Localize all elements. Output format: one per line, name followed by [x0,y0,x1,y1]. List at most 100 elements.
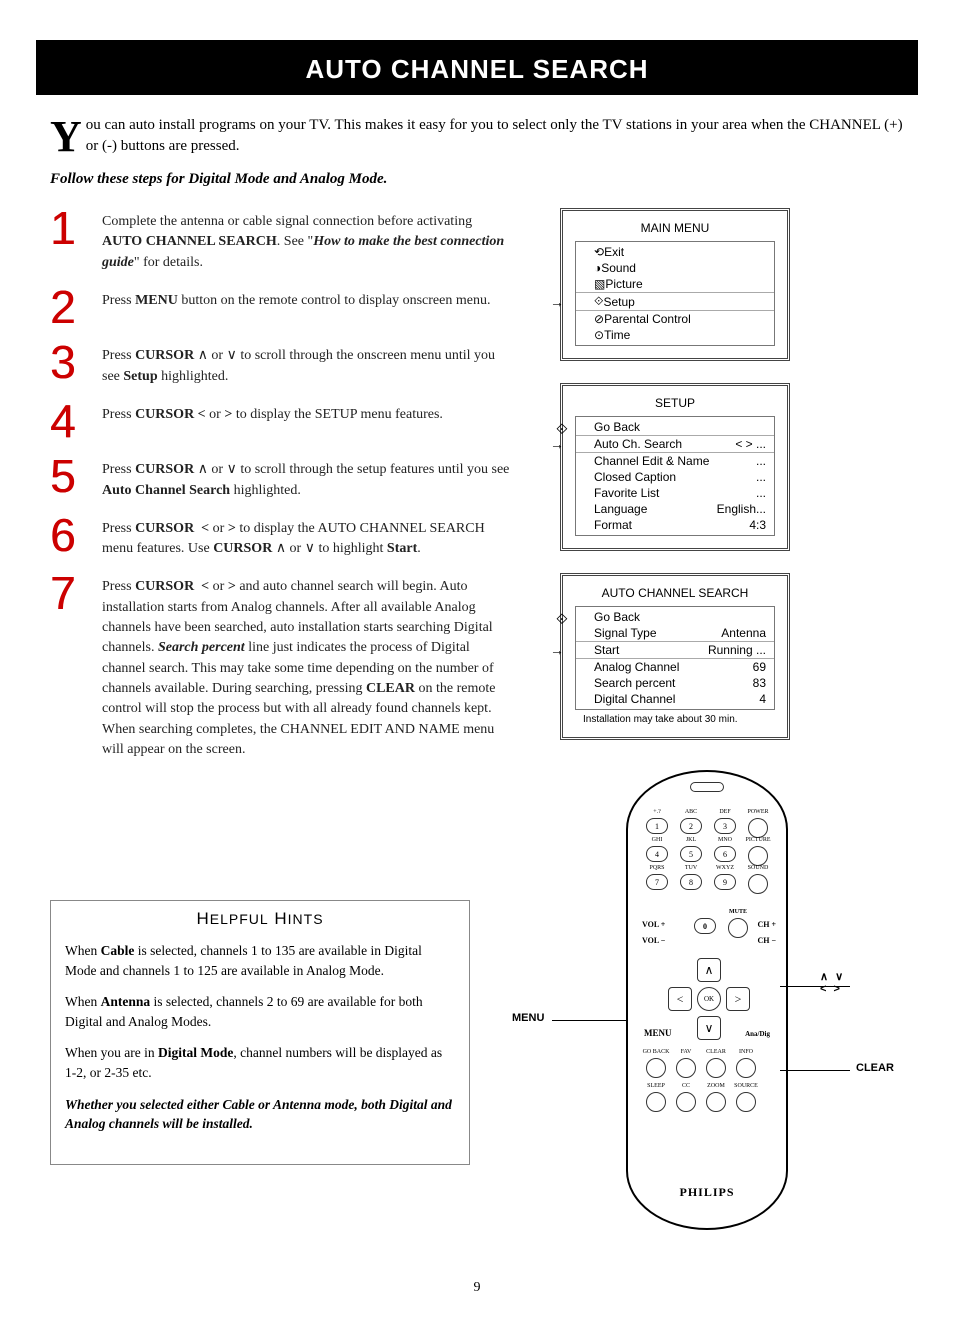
row-label: Analog Channel [594,660,753,674]
row-icon: ⟐ [594,294,603,309]
osd-row: Search percent83 [576,675,774,691]
ch-plus-label: CH + [757,920,776,929]
hint-paragraph: When Antenna is selected, channels 2 to … [65,992,455,1031]
hint-paragraph: When Cable is selected, channels 1 to 13… [65,941,455,980]
key-7: 7PQRS [646,874,668,890]
lead-cursor: ∧ ∨ < > [820,970,846,995]
page-number: 9 [50,1280,904,1296]
osd-row: ⊘ Parental Control [576,311,774,327]
key-6: 6MNO [714,846,736,862]
osd-row: Signal TypeAntenna [576,625,774,641]
ch-minus-label: CH − [757,936,776,945]
key-cc: CC [676,1092,696,1112]
step-number: 3 [50,342,80,387]
row-icon: ▧ [594,277,605,291]
row-label: Parental Control [604,312,766,326]
cursor-left: < [668,987,692,1011]
row-value: < > ... [735,437,766,451]
row-label: Go Back [594,610,766,624]
row-value: 4 [759,692,766,706]
lead-clear: CLEAR [856,1062,894,1074]
key-4: 4GHI [646,846,668,862]
page-title: AUTO CHANNEL SEARCH [50,40,904,95]
row-label: Time [604,328,766,342]
key-sound: SOUND [748,874,768,894]
osd-row: Go Back [576,419,774,435]
step-body: Complete the antenna or cable signal con… [102,208,510,273]
step-number: 2 [50,287,80,328]
step: 1Complete the antenna or cable signal co… [50,208,510,273]
row-label: Format [594,518,749,532]
step: 4Press CURSOR < or > to display the SETU… [50,401,510,442]
key-sleep: SLEEP [646,1092,666,1112]
row-label: Language [594,502,717,516]
row-label: Search percent [594,676,753,690]
osd-title: MAIN MENU [563,217,787,241]
menu-label-on-remote: MENU [644,1028,672,1038]
step-body: Press CURSOR < or > to display the SETUP… [102,401,443,442]
step-number: 6 [50,515,80,560]
row-label: Favorite List [594,486,756,500]
key-fav: FAV [676,1058,696,1078]
row-label: Digital Channel [594,692,759,706]
row-label: Exit [604,245,766,259]
osd-row: Favorite List... [576,485,774,501]
osd-auto-channel-search: AUTO CHANNEL SEARCH ⟐Go BackSignal TypeA… [560,573,790,740]
key-picture: PICTURE [748,846,768,866]
row-value: ... [756,454,766,468]
osd-row: ▧ Picture [576,276,774,292]
row-icon: ⊘ [594,312,604,326]
row-value: 83 [753,676,766,690]
osd-row: Format4:3 [576,517,774,533]
anadig-label: Ana/Dig [745,1030,770,1038]
key-go-back: GO BACK [646,1058,666,1078]
key-8: 8TUV [680,874,702,890]
row-icon: ◑ [594,261,601,275]
selection-arrow-icon: → [550,294,564,310]
row-value: Antenna [721,626,766,640]
step-body: Press MENU button on the remote control … [102,287,490,328]
intro-paragraph: Y ou can auto install programs on your T… [50,115,904,157]
row-icon: ⟲ [594,245,604,259]
remote-body: 1+.?2ABC3DEFPOWER4GHI5JKL6MNOPICTURE7PQR… [626,770,788,1230]
key-1: 1+.? [646,818,668,834]
osd-row: ⟲ Exit [576,244,774,260]
cursor-up: ∧ [697,958,721,982]
hints-title: HELPFUL HINTS [51,901,469,935]
row-label: Start [594,643,708,657]
row-label: Closed Caption [594,470,756,484]
row-value: Running ... [708,643,766,657]
step: 2 Press MENU button on the remote control… [50,287,510,328]
step-body: Press CURSOR < or > to display the AUTO … [102,515,510,560]
key-3: 3DEF [714,818,736,834]
row-value: English... [717,502,766,516]
hint-paragraph: When you are in Digital Mode, channel nu… [65,1043,455,1082]
row-label: Sound [601,261,766,275]
key-zoom: ZOOM [706,1092,726,1112]
osd-setup: SETUP ⟐Go Back→Auto Ch. Search< > ...Cha… [560,383,790,551]
step: 6 Press CURSOR < or > to display the AUTO… [50,515,510,560]
selection-arrow-icon: → [550,642,564,658]
osd-note: Installation may take about 30 min. [563,710,787,725]
cursor-down: ∨ [697,1016,721,1040]
cursor-right: > [726,987,750,1011]
row-value: 69 [753,660,766,674]
osd-row: ⊙ Time [576,327,774,343]
osd-main-menu: MAIN MENU ⟲ Exit◑ Sound▧ Picture→⟐ Setup… [560,208,790,361]
osd-row: →Auto Ch. Search< > ... [576,435,774,453]
key-9: 9WXYZ [714,874,736,890]
key-2: 2ABC [680,818,702,834]
row-icon: ⊙ [594,328,604,342]
intro-text: ou can auto install programs on your TV.… [86,117,903,154]
row-label: Signal Type [594,626,721,640]
lead-menu: MENU [512,1012,544,1024]
key-5: 5JKL [680,846,702,862]
row-value: ... [756,470,766,484]
row-label: Picture [605,277,766,291]
remote-brand: PHILIPS [628,1185,786,1200]
osd-row: Go Back [576,609,774,625]
step-number: 7 [50,573,80,760]
helpful-hints-box: HELPFUL HINTS When Cable is selected, ch… [50,900,470,1165]
osd-row: Digital Channel4 [576,691,774,707]
dpad: ∧ ∨ < > OK [668,958,750,1040]
